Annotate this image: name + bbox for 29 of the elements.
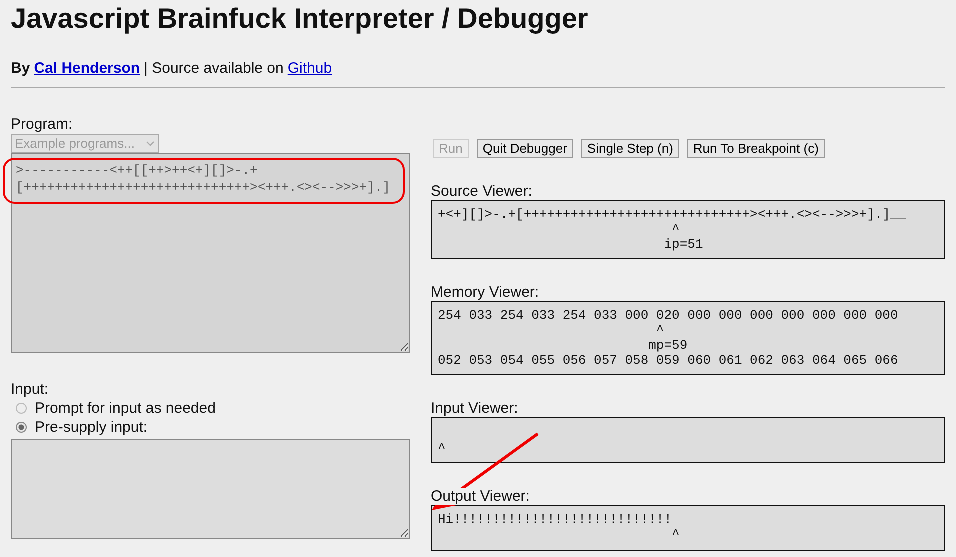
input-textarea[interactable] xyxy=(11,439,410,539)
radio-label: Prompt for input as needed xyxy=(35,399,216,418)
viewer-line: ^ xyxy=(655,323,666,338)
byline-text: | Source available on xyxy=(144,60,284,77)
viewer-label: Output Viewer: xyxy=(431,488,530,505)
author-link[interactable]: Cal Henderson xyxy=(34,60,140,77)
viewer-line: Hi!!!!!!!!!!!!!!!!!!!!!!!!!!!! xyxy=(438,512,674,527)
viewer-line: ^ xyxy=(671,527,681,542)
page-title: Javascript Brainfuck Interpreter / Debugger xyxy=(11,2,590,36)
viewer-label: Input Viewer: xyxy=(431,400,518,417)
program-label: Program: xyxy=(11,116,74,134)
viewer-line: 052 053 054 055 056 057 058 059 060 061 062 063 064 065 066 xyxy=(438,353,900,368)
input-label: Input: xyxy=(11,381,50,399)
viewer-line: 254 033 254 033 254 033 000 020 000 000 000 000 000 000 000 xyxy=(438,308,900,323)
github-link[interactable]: Github xyxy=(288,60,332,77)
viewer-line: ^ xyxy=(438,441,447,456)
viewer-line: +<+][]>-.+[+++++++++++++++++++++++++++++><+++.<><-->>>+].]__ xyxy=(438,207,908,222)
chevron-icon xyxy=(146,140,155,146)
toolbar-button[interactable]: Run To Breakpoint (c) xyxy=(687,139,825,158)
viewer-line: ^ xyxy=(671,222,681,237)
toolbar-button[interactable]: Single Step (n) xyxy=(581,139,680,158)
viewer-label: Memory Viewer: xyxy=(431,284,540,301)
viewer-line: ip=51 xyxy=(663,237,704,252)
toolbar-button[interactable]: Quit Debugger xyxy=(476,139,574,158)
radio-button[interactable] xyxy=(16,422,27,433)
radio-button[interactable] xyxy=(16,403,27,414)
byline-text: By xyxy=(11,60,30,77)
viewer-line: mp=59 xyxy=(648,338,689,353)
radio-label: Pre-supply input: xyxy=(35,418,148,437)
